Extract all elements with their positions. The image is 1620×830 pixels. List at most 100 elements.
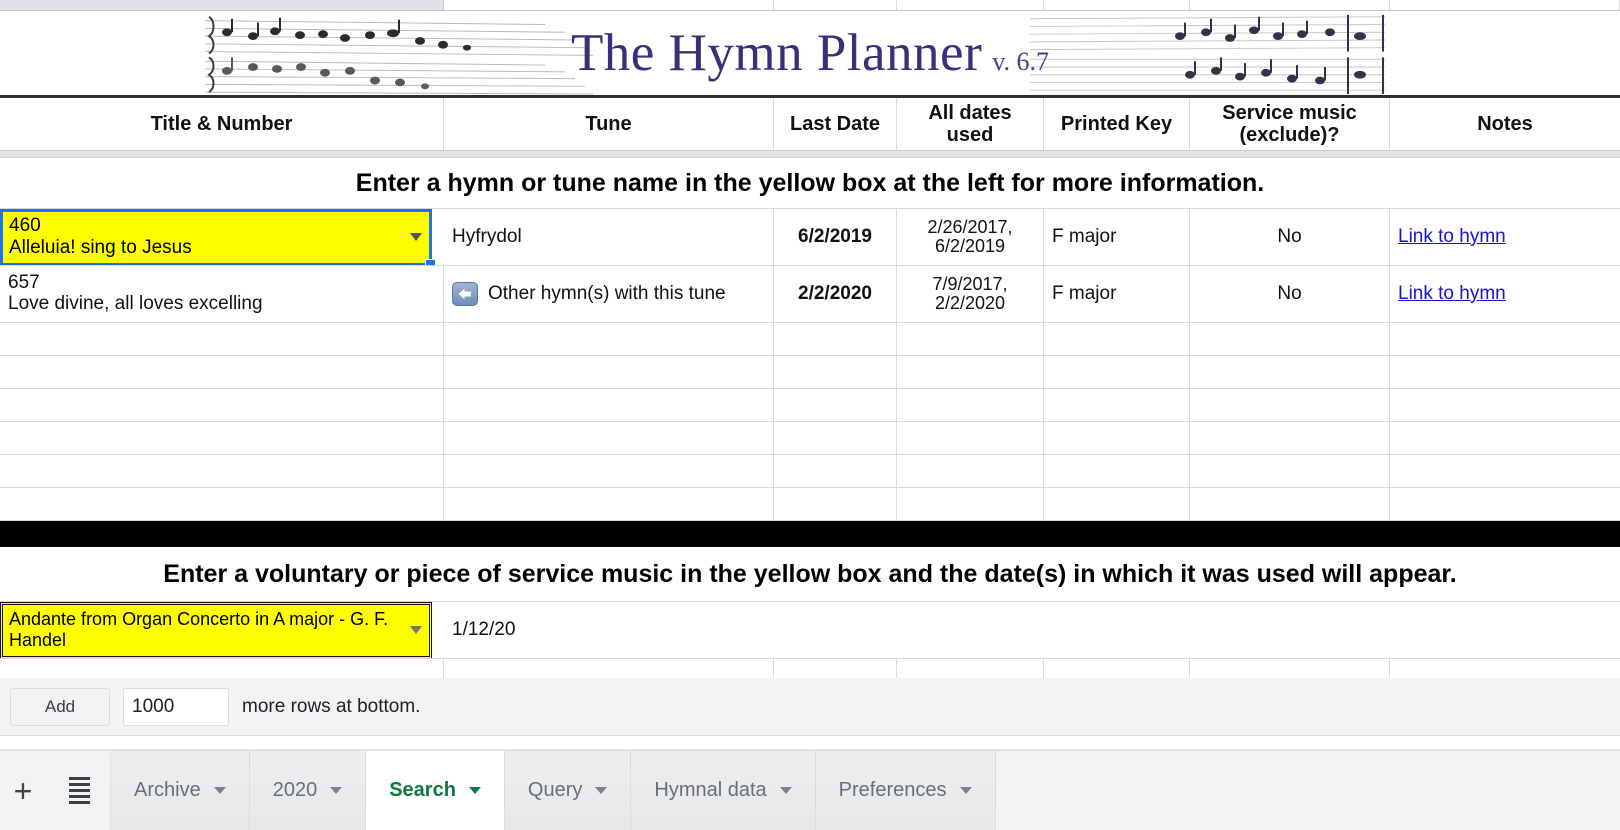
sheet-tab-archive[interactable]: Archive <box>111 751 250 830</box>
cell-empty[interactable] <box>897 356 1044 389</box>
chevron-down-icon[interactable] <box>410 233 422 241</box>
sheet-tab-hymnal-data[interactable]: Hymnal data <box>631 751 816 830</box>
cell-last-date[interactable]: 6/2/2019 <box>774 209 897 266</box>
cell-empty[interactable] <box>1390 323 1620 356</box>
cell-empty[interactable] <box>897 488 1044 521</box>
cell-empty[interactable] <box>1044 323 1190 356</box>
cell-empty[interactable] <box>774 323 897 356</box>
add-rows-button[interactable]: Add <box>10 687 110 726</box>
header-all-dates-used: All dates used <box>897 98 1044 151</box>
chevron-down-icon[interactable] <box>410 626 422 634</box>
plus-icon[interactable]: + <box>6 774 40 808</box>
cell-empty[interactable] <box>1190 323 1390 356</box>
add-rows-trailing-text: more rows at bottom. <box>242 695 421 717</box>
cell-empty[interactable] <box>1044 455 1190 488</box>
cell-tune[interactable]: Other hymn(s) with this tune <box>444 266 774 323</box>
link-to-hymn[interactable]: Link to hymn <box>1398 283 1506 305</box>
cell-empty[interactable] <box>897 455 1044 488</box>
cell-empty[interactable] <box>1390 422 1620 455</box>
header-last-date: Last Date <box>774 98 897 151</box>
cell-empty[interactable] <box>0 488 444 521</box>
hamburger-icon[interactable] <box>62 774 96 808</box>
cell-empty[interactable] <box>774 389 897 422</box>
table-header-row: Title & Number Tune Last Date All dates … <box>0 98 1620 151</box>
cell-empty[interactable] <box>1390 488 1620 521</box>
cell-empty[interactable] <box>444 356 774 389</box>
cell-title-number[interactable]: 657 Love divine, all loves excelling <box>0 266 444 323</box>
cell-empty[interactable] <box>897 323 1044 356</box>
cell-empty[interactable] <box>1390 455 1620 488</box>
cell-empty[interactable] <box>1190 422 1390 455</box>
cell-empty[interactable] <box>1390 356 1620 389</box>
cell-empty[interactable] <box>0 356 444 389</box>
voluntary-search-dropdown[interactable]: Andante from Organ Concerto in A major -… <box>0 602 432 658</box>
chevron-down-icon[interactable] <box>595 787 608 794</box>
sheet-tab-preferences[interactable]: Preferences <box>815 751 996 830</box>
column-header-d[interactable] <box>897 0 1044 10</box>
cell-empty[interactable] <box>774 488 897 521</box>
cell-empty[interactable] <box>444 488 774 521</box>
hymn-search-dropdown[interactable]: 460 Alleluia! sing to Jesus <box>0 209 432 265</box>
sheet-tab-label: Query <box>527 779 583 801</box>
chevron-down-icon[interactable] <box>330 787 343 794</box>
cell-empty[interactable] <box>1390 389 1620 422</box>
cell-all-dates-used[interactable]: 2/26/2017, 6/2/2019 <box>897 209 1044 266</box>
column-header-a[interactable] <box>0 0 444 10</box>
chevron-down-icon[interactable] <box>468 787 481 794</box>
cell-empty[interactable] <box>444 323 774 356</box>
voluntary-entry-cell[interactable]: Andante from Organ Concerto in A major -… <box>0 602 444 659</box>
cell-empty[interactable] <box>0 389 444 422</box>
column-header-b[interactable] <box>444 0 774 10</box>
cell-empty[interactable] <box>1190 488 1390 521</box>
cell-voluntary-dates[interactable]: 1/12/20 <box>444 602 1620 659</box>
header-service-music: Service music (exclude)? <box>1190 98 1390 151</box>
cell-last-date[interactable]: 2/2/2020 <box>774 266 897 323</box>
cell-empty[interactable] <box>0 323 444 356</box>
cell-empty[interactable] <box>774 422 897 455</box>
cell-tune[interactable]: Hyfrydol <box>444 209 774 266</box>
cell-notes[interactable]: Link to hymn <box>1390 209 1620 266</box>
column-header-f[interactable] <box>1190 0 1390 10</box>
sheet-tab-search[interactable]: Search <box>366 751 505 830</box>
cell-empty[interactable] <box>1190 455 1390 488</box>
link-to-hymn[interactable]: Link to hymn <box>1398 226 1506 248</box>
app-version: v. 6.7 <box>992 46 1050 76</box>
cell-empty[interactable] <box>897 422 1044 455</box>
back-arrow-icon[interactable] <box>452 282 478 306</box>
cell-empty[interactable] <box>1044 356 1190 389</box>
cell-empty[interactable] <box>774 356 897 389</box>
sheet-grid: Title & Number Tune Last Date All dates … <box>0 98 1620 692</box>
cell-empty[interactable] <box>1190 356 1390 389</box>
column-header-c[interactable] <box>774 0 897 10</box>
cell-empty[interactable] <box>444 422 774 455</box>
add-rows-count-input[interactable] <box>123 687 229 726</box>
cell-notes[interactable]: Link to hymn <box>1390 266 1620 323</box>
chevron-down-icon[interactable] <box>213 787 226 794</box>
column-header-g[interactable] <box>1390 0 1620 10</box>
cell-empty[interactable] <box>1044 488 1190 521</box>
cell-service-music[interactable]: No <box>1190 209 1390 266</box>
cell-printed-key[interactable]: F major <box>1044 266 1190 323</box>
cell-empty[interactable] <box>444 455 774 488</box>
table-row: 460 Alleluia! sing to Jesus Hyfrydol 6/2… <box>0 209 1620 266</box>
cell-empty[interactable] <box>1190 389 1390 422</box>
selection-fill-handle[interactable] <box>425 258 436 265</box>
cell-empty[interactable] <box>0 422 444 455</box>
sheet-tab-query[interactable]: Query <box>504 751 632 830</box>
sheet-tab-2020[interactable]: 2020 <box>249 751 367 830</box>
cell-service-music[interactable]: No <box>1190 266 1390 323</box>
cell-empty[interactable] <box>897 389 1044 422</box>
cell-printed-key[interactable]: F major <box>1044 209 1190 266</box>
cell-empty[interactable] <box>774 455 897 488</box>
cell-all-dates-used[interactable]: 7/9/2017, 2/2/2020 <box>897 266 1044 323</box>
table-row <box>0 389 1620 422</box>
cell-empty[interactable] <box>1044 422 1190 455</box>
chevron-down-icon[interactable] <box>779 787 792 794</box>
column-header-e[interactable] <box>1044 0 1190 10</box>
cell-empty[interactable] <box>0 455 444 488</box>
hymn-entry-cell[interactable]: 460 Alleluia! sing to Jesus <box>0 209 444 266</box>
cell-empty[interactable] <box>444 389 774 422</box>
sheet-tab-controls: + <box>0 751 111 830</box>
chevron-down-icon[interactable] <box>959 787 972 794</box>
cell-empty[interactable] <box>1044 389 1190 422</box>
